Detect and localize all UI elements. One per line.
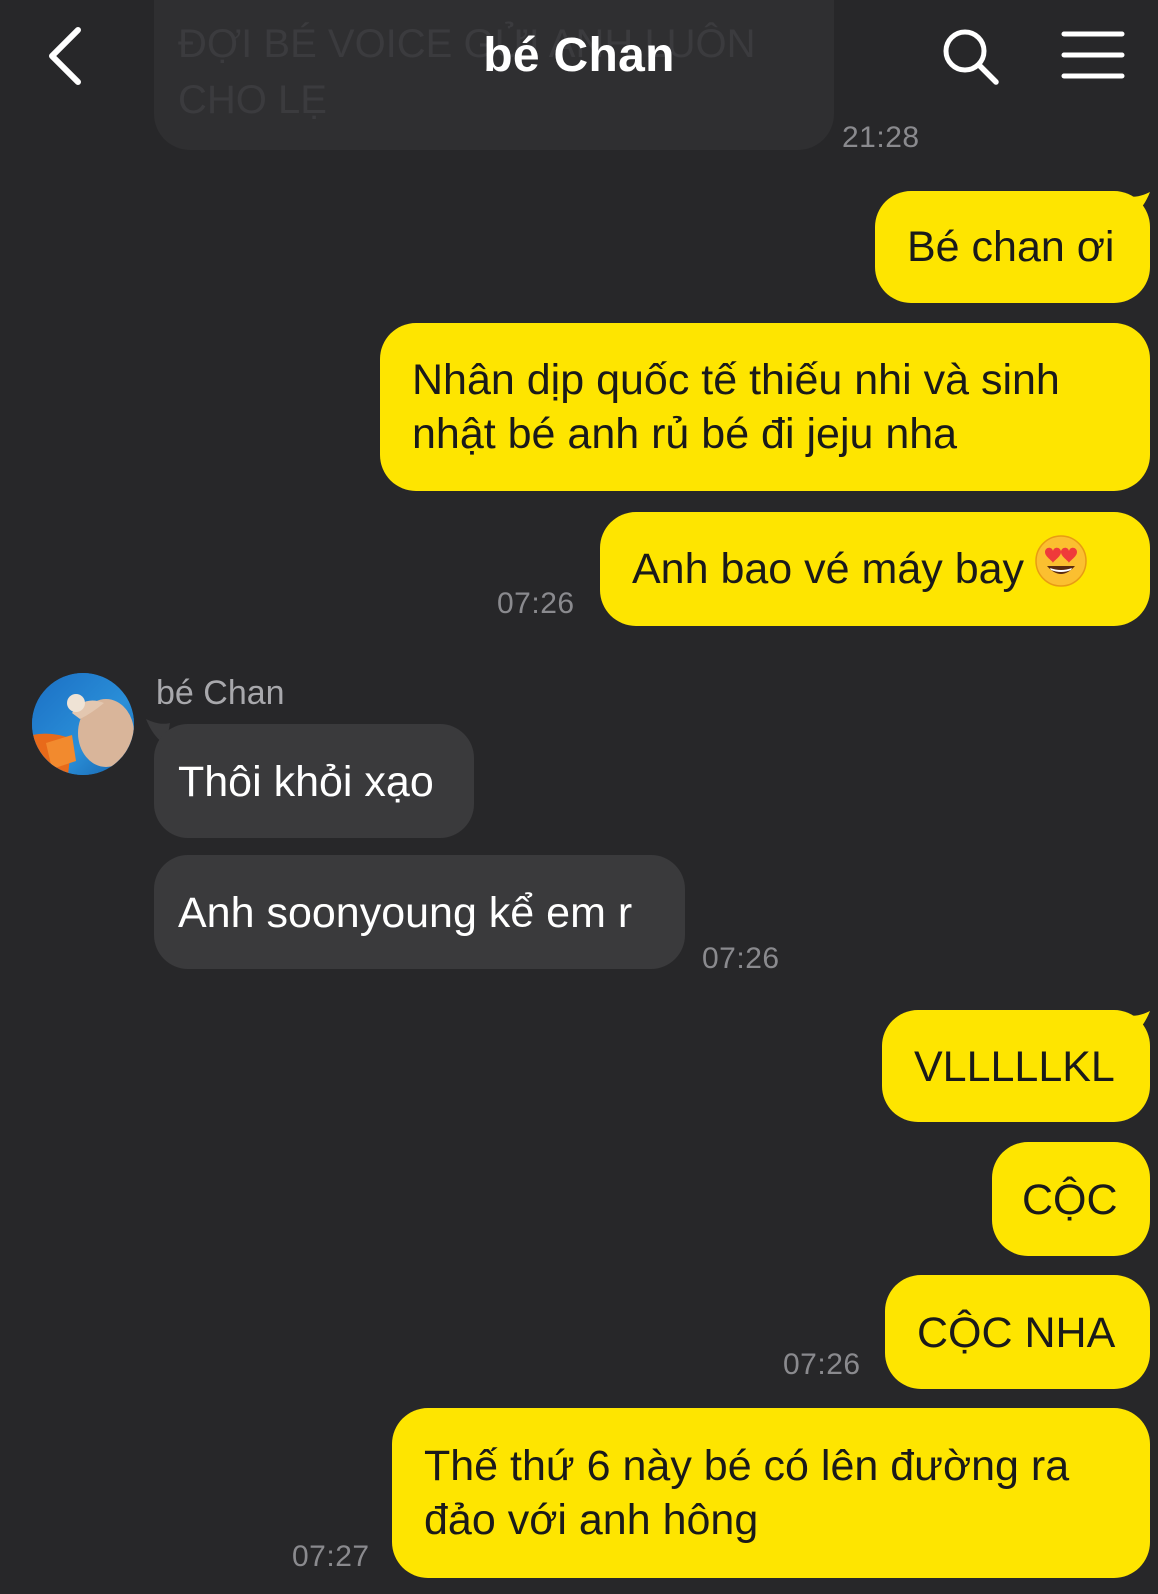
message-text: VLLLLLKL (914, 1043, 1115, 1091)
heart-eyes-emoji (1034, 534, 1088, 601)
message-time: 07:26 (497, 587, 575, 620)
sender-name: bé Chan (156, 674, 285, 712)
message-text: CỘC NHA (917, 1309, 1116, 1357)
message-text: Thế thứ 6 này bé có lên đường ra đảo với… (424, 1442, 1070, 1544)
hamburger-menu-icon (1061, 31, 1125, 79)
message-time: 07:26 (783, 1348, 861, 1381)
message-text: Anh soonyoung kể em r (178, 889, 633, 937)
search-button[interactable] (940, 26, 1002, 88)
search-icon (943, 29, 999, 85)
message-text: Thôi khỏi xạo (178, 758, 434, 806)
sent-message-bubble[interactable]: CỘC (992, 1142, 1150, 1256)
sent-message-bubble[interactable]: VLLLLLKL (882, 1010, 1150, 1122)
menu-button[interactable] (1058, 28, 1128, 84)
chat-header: bé Chan (0, 0, 1158, 118)
sent-message-bubble[interactable]: Thế thứ 6 này bé có lên đường ra đảo với… (392, 1408, 1150, 1578)
message-text: Anh bao vé máy bay (632, 545, 1025, 593)
received-message-bubble[interactable]: Thôi khỏi xạo (154, 724, 474, 838)
sent-message-bubble[interactable]: Nhân dịp quốc tế thiếu nhi và sinh nhật … (380, 323, 1150, 491)
contact-avatar[interactable] (32, 673, 134, 775)
message-text: CỘC (1022, 1176, 1118, 1224)
sent-message-bubble[interactable]: Bé chan ơi (875, 191, 1150, 303)
chat-screen: ĐỢI BÉ VOICE GỬI ANH LUÔN CHO LẸ 21:28 b… (0, 0, 1158, 1594)
sent-message-bubble[interactable]: CỘC NHA (885, 1275, 1150, 1389)
message-time: 07:27 (292, 1540, 370, 1573)
received-message-bubble[interactable]: Anh soonyoung kể em r (154, 855, 685, 969)
message-time: 07:26 (702, 942, 780, 975)
message-text: Bé chan ơi (907, 223, 1115, 271)
sent-message-bubble[interactable]: Anh bao vé máy bay (600, 512, 1150, 626)
message-time: 21:28 (842, 121, 920, 154)
message-text: Nhân dịp quốc tế thiếu nhi và sinh nhật … (412, 356, 1060, 458)
avatar-photo (32, 673, 134, 775)
